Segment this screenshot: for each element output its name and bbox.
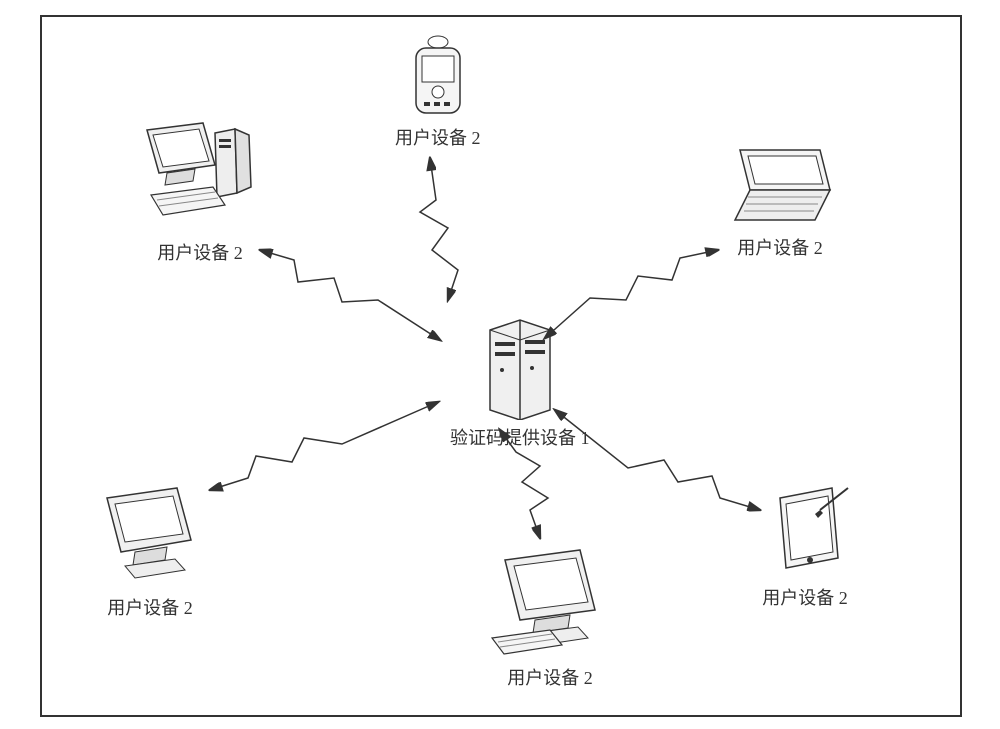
connector-lines [0, 0, 1000, 729]
